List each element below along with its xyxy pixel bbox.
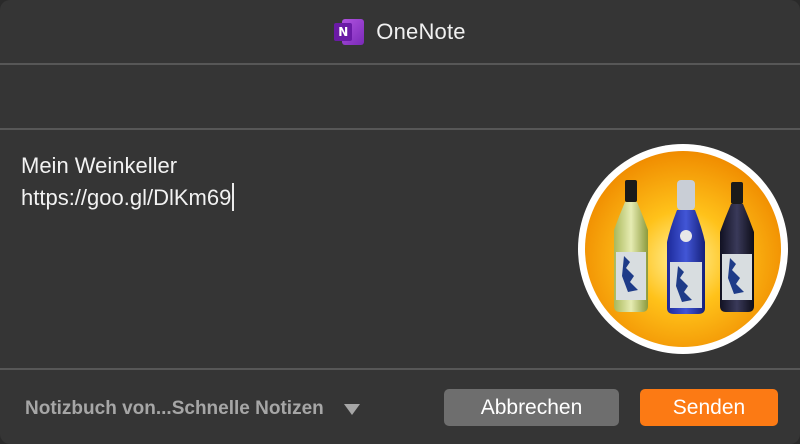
wine-bottles-image xyxy=(578,144,788,354)
share-dialog: N OneNote Mein Weinkeller https://goo.gl… xyxy=(0,0,800,444)
window-title: OneNote xyxy=(376,18,466,44)
note-title: Mein Weinkeller xyxy=(21,153,178,178)
notebook-location-dropdown[interactable]: Notizbuch von...Schnelle Notizen xyxy=(25,395,360,423)
toolbar-area xyxy=(0,67,800,130)
footer-divider xyxy=(0,368,800,370)
note-link-line: https://goo.gl/DlKm69 xyxy=(21,182,561,214)
note-text-area[interactable]: Mein Weinkeller https://goo.gl/DlKm69 xyxy=(21,150,561,214)
onenote-icon: N xyxy=(334,18,365,45)
wine-bottles-illustration xyxy=(585,151,781,347)
send-button[interactable]: Senden xyxy=(640,389,778,426)
title-bar: N OneNote xyxy=(0,0,800,65)
cancel-button[interactable]: Abbrechen xyxy=(444,389,619,426)
notebook-location-label: Notizbuch von...Schnelle Notizen xyxy=(25,398,324,419)
chevron-down-icon[interactable] xyxy=(343,403,360,415)
note-link: https://goo.gl/DlKm69 xyxy=(21,185,232,210)
text-caret xyxy=(232,183,235,211)
